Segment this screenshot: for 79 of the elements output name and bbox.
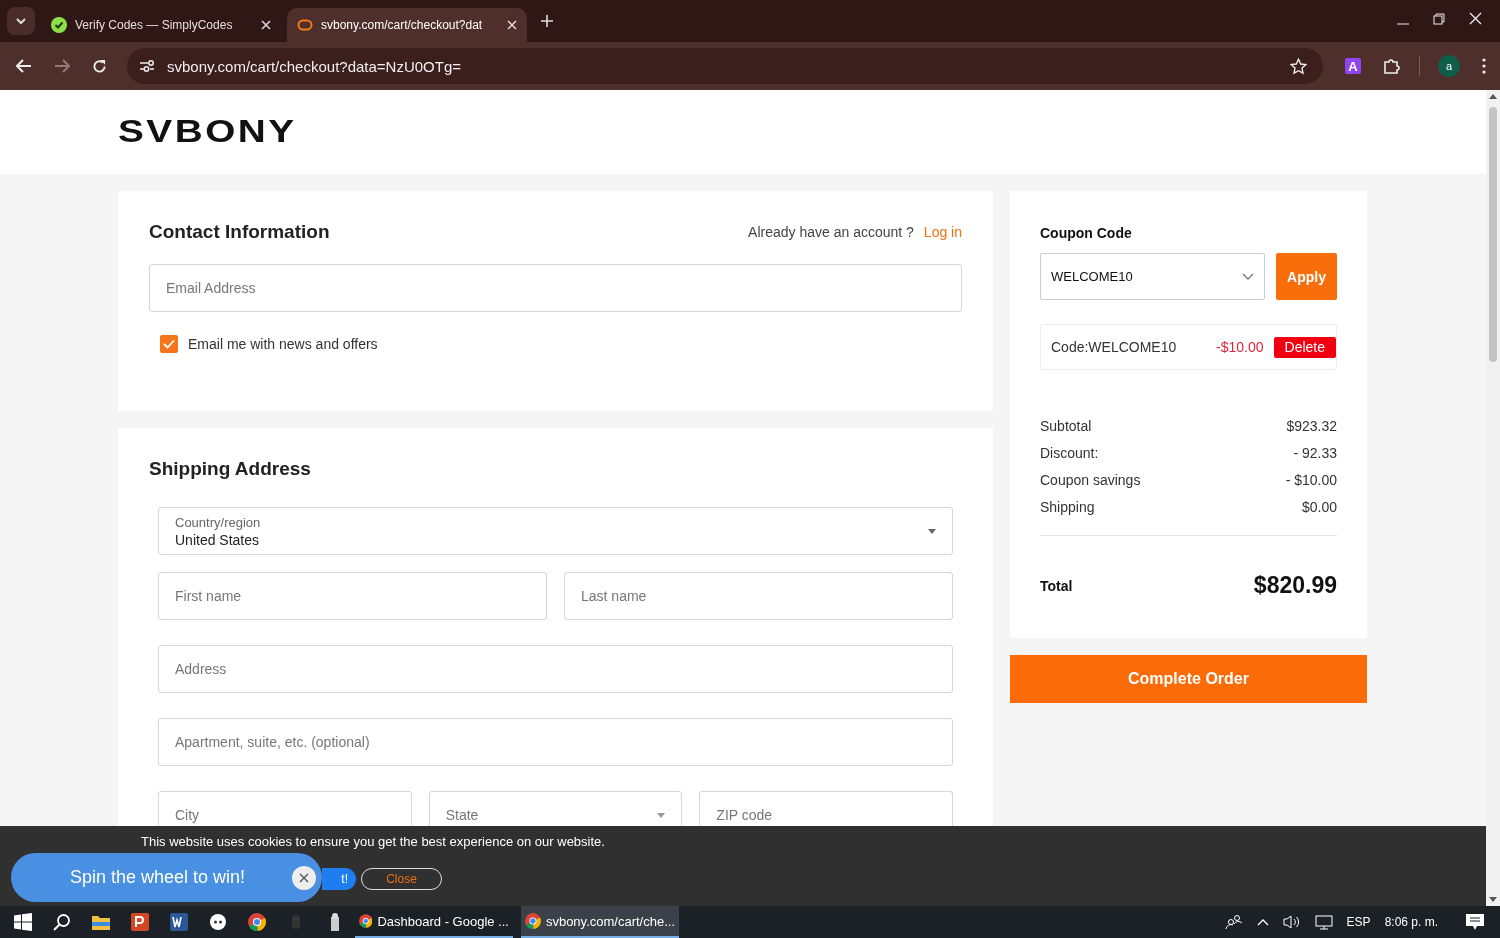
taskbar-window-button[interactable]: Dashboard - Google ... (355, 906, 513, 938)
tab-title: Verify Codes — SimplyCodes (75, 18, 234, 32)
check-icon (163, 339, 175, 349)
back-arrow-icon[interactable] (16, 59, 32, 73)
apartment-field[interactable]: Apartment, suite, etc. (optional) (158, 718, 953, 766)
address-bar[interactable]: svbony.com/cart/checkout?data=NzU0OTg= (127, 48, 1323, 84)
browser-tab[interactable]: svbony.com/cart/checkout?dat (287, 8, 527, 42)
menu-dots-icon[interactable] (1482, 58, 1486, 74)
people-icon[interactable] (1224, 914, 1243, 930)
name-field[interactable]: Last name (564, 572, 953, 620)
scroll-up-icon[interactable] (1489, 94, 1497, 99)
restore-icon[interactable] (1433, 13, 1445, 25)
new-tab-icon[interactable] (541, 15, 553, 27)
accept-button[interactable]: t! (322, 868, 356, 890)
dots-circle-icon[interactable] (209, 914, 226, 930)
section-title: Contact Information (149, 221, 330, 243)
profile-avatar[interactable]: a (1438, 55, 1460, 77)
summary-label: Subtotal (1040, 418, 1092, 434)
account-prompt: Already have an account ? (748, 224, 914, 240)
address-field[interactable]: Address (158, 645, 953, 693)
summary-label: Shipping (1040, 499, 1095, 515)
taskbar-window-button[interactable]: svbony.com/cart/che... (521, 906, 679, 938)
summary-value: - $10.00 (1285, 472, 1337, 488)
ring-icon (297, 19, 313, 31)
summary-label: Coupon savings (1040, 472, 1141, 488)
close-button[interactable] (292, 865, 316, 890)
caret-icon (928, 528, 936, 534)
scroll-down-icon[interactable] (1489, 897, 1497, 902)
puzzle-icon[interactable] (1383, 57, 1401, 75)
presentation-app-icon[interactable] (130, 913, 149, 931)
summary-value: $923.32 (1286, 418, 1337, 434)
chevron-down-icon (1242, 273, 1254, 280)
speaker-icon[interactable] (1282, 914, 1301, 930)
caret-icon (657, 812, 666, 818)
name-field[interactable]: First name (158, 572, 547, 620)
checkbox[interactable] (160, 335, 178, 353)
total-label: Total (1040, 577, 1073, 594)
clock[interactable]: 8:06 p. m. (1384, 915, 1438, 929)
tab-title: svbony.com/cart/checkout?dat (321, 18, 484, 32)
summary-value: - 92.33 (1293, 445, 1337, 461)
check-badge-icon (51, 17, 67, 33)
delete-button[interactable]: Delete (1273, 336, 1336, 358)
summary-label: Discount: (1040, 445, 1099, 461)
coupon-code: Code:WELCOME10 (1051, 339, 1177, 355)
scrollbar[interactable] (1486, 90, 1500, 906)
summary-value: $0.00 (1301, 499, 1337, 515)
site-settings-icon[interactable] (139, 59, 155, 73)
close-icon[interactable] (507, 20, 517, 30)
coupon-title: Coupon Code (1040, 225, 1133, 241)
email-field[interactable]: Email Address (149, 264, 962, 312)
language-indicator[interactable]: ESP (1346, 915, 1371, 929)
reload-icon[interactable] (92, 58, 107, 74)
notification-icon[interactable] (1466, 913, 1484, 931)
browser-icon (525, 913, 541, 929)
url-text: svbony.com/cart/checkout?data=NzU0OTg= (167, 57, 462, 75)
extension-button[interactable]: A (1345, 58, 1361, 74)
section-title: Shipping Address (149, 458, 312, 480)
scrollbar-thumb[interactable] (1489, 107, 1497, 362)
browser-tab[interactable]: Verify Codes — SimplyCodes (41, 8, 281, 42)
checkbox-label: Email me with news and offers (188, 336, 378, 352)
close-icon[interactable] (261, 20, 271, 30)
search-icon[interactable] (52, 913, 71, 931)
logo[interactable]: SVBONY (118, 114, 297, 150)
document-app-icon[interactable] (169, 913, 188, 931)
browser-icon[interactable] (247, 913, 266, 931)
coupon-select[interactable]: WELCOME10 (1040, 253, 1265, 300)
close-icon (299, 872, 309, 883)
coupon-amount: -$10.00 (1216, 339, 1264, 355)
close-icon[interactable] (1469, 12, 1482, 25)
star-icon[interactable] (1290, 57, 1307, 75)
tab-list-button[interactable] (7, 7, 35, 35)
windows-icon[interactable] (13, 913, 32, 931)
browser-icon (359, 913, 373, 929)
country-select[interactable]: Country/region United States (158, 507, 953, 555)
chevron-down-icon (15, 17, 27, 25)
chevron-up-icon[interactable] (1256, 918, 1269, 926)
network-icon[interactable] (1314, 914, 1333, 930)
folder-icon[interactable] (91, 914, 110, 930)
total-value: $820.99 (1253, 572, 1337, 599)
